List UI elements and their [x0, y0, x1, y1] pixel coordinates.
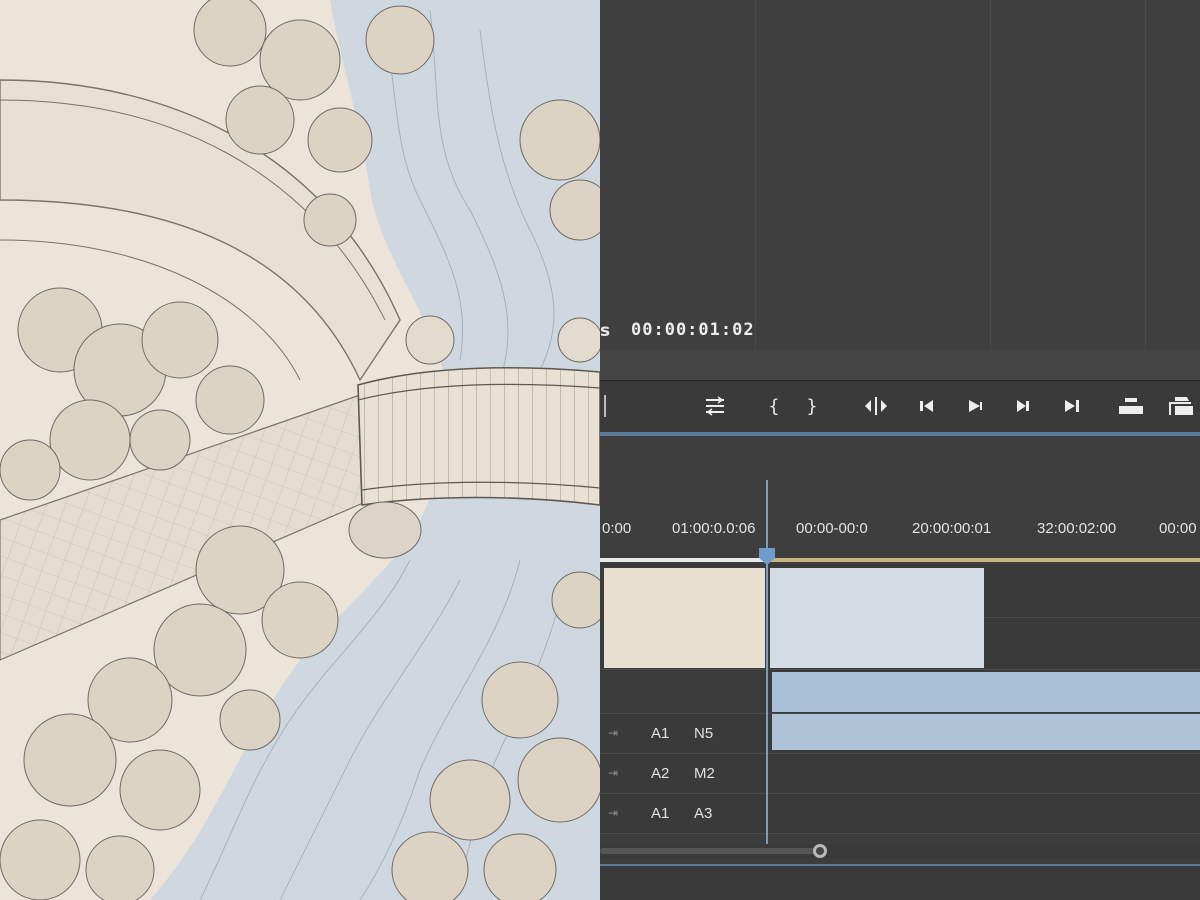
track-source: A3 — [694, 805, 713, 822]
track-name: A1 — [651, 805, 670, 822]
viewer-scrub-bar[interactable] — [600, 350, 1200, 380]
track-source: N5 — [694, 725, 714, 742]
track-lock-icon[interactable]: ⇥ — [608, 766, 628, 782]
program-viewer[interactable]: s 00:00:01:02 — [600, 0, 1200, 350]
split-icon[interactable] — [862, 393, 890, 419]
playhead-marker-icon[interactable] — [757, 546, 777, 566]
timeline-scrollbar[interactable] — [600, 844, 1200, 858]
lift-icon[interactable] — [1116, 393, 1146, 419]
timeline-ruler[interactable]: 0:00 01:00:0.0:06 00:00-00:0 20:00:00:01… — [600, 510, 1200, 550]
viewer-guide — [1145, 0, 1146, 350]
step-forward-icon[interactable] — [1012, 393, 1034, 419]
video-clip-beige[interactable] — [604, 568, 765, 668]
scrollbar-thumb[interactable] — [600, 848, 816, 854]
extract-icon[interactable] — [1166, 393, 1196, 419]
viewer-guide — [755, 0, 756, 350]
ruler-tick: 00:00-00:0 — [796, 520, 868, 537]
empty-track-slot — [984, 568, 1200, 618]
mark-in-icon[interactable]: { — [764, 393, 784, 419]
mark-out-label: } — [806, 395, 818, 417]
track-header: ⇥ A1 A3 — [600, 794, 760, 834]
settings-lines-icon[interactable] — [702, 393, 728, 419]
artwork-panel — [0, 0, 600, 900]
work-area-range — [768, 558, 1200, 562]
video-editor: s 00:00:01:02 { } 0:00 01:00:0.0:06 00:0… — [600, 0, 1200, 900]
timeline-tracks: ⇥ A1 N5 ⇥ A2 M2 ⇥ A1 A3 — [600, 564, 1200, 844]
ruler-tick: 00:00 — [1159, 520, 1197, 537]
viewer-guide — [990, 0, 991, 350]
track-lock-icon[interactable]: ⇥ — [608, 726, 628, 742]
audio-track: ⇥ A2 M2 — [600, 754, 1200, 794]
track-source: M2 — [694, 765, 715, 782]
timeline-header-area — [600, 436, 1200, 510]
play-icon[interactable] — [964, 393, 986, 419]
audio-clip[interactable] — [772, 714, 1200, 750]
go-to-end-icon[interactable] — [1060, 393, 1084, 419]
toolbar-edge — [604, 395, 606, 417]
track-lock-icon[interactable]: ⇥ — [608, 806, 628, 822]
ruler-tick: 32:00:02:00 — [1037, 520, 1117, 537]
mark-in-label: { — [768, 395, 780, 417]
track-header: ⇥ A1 N5 — [600, 714, 760, 754]
played-range — [600, 558, 768, 562]
audio-track: ⇥ A1 N5 — [600, 714, 1200, 754]
mark-out-icon[interactable]: } — [802, 393, 822, 419]
track-header: ⇥ A2 M2 — [600, 754, 760, 794]
track-name: A2 — [651, 765, 670, 782]
bridge-sketch-illustration — [0, 0, 600, 900]
zoom-handle[interactable] — [813, 844, 827, 858]
ruler-tick: 01:00:0.0:06 — [672, 520, 756, 537]
video-track — [600, 564, 1200, 670]
ruler-tick: 20:00:00:01 — [912, 520, 992, 537]
ruler-tick: 0:00 — [602, 520, 632, 537]
playhead-line[interactable] — [766, 480, 768, 844]
work-area-bar[interactable] — [600, 556, 1200, 564]
timecode-prefix: s — [600, 321, 611, 341]
video-clip-blue[interactable] — [770, 568, 984, 668]
step-back-icon[interactable] — [916, 393, 938, 419]
current-timecode[interactable]: 00:00:01:02 — [631, 320, 755, 340]
overlay-clip[interactable] — [772, 672, 1200, 712]
overlay-track — [600, 670, 1200, 714]
status-bar — [600, 866, 1200, 900]
transport-controls: { } — [600, 380, 1200, 432]
audio-track: ⇥ A1 A3 — [600, 794, 1200, 834]
track-name: A1 — [651, 725, 670, 742]
